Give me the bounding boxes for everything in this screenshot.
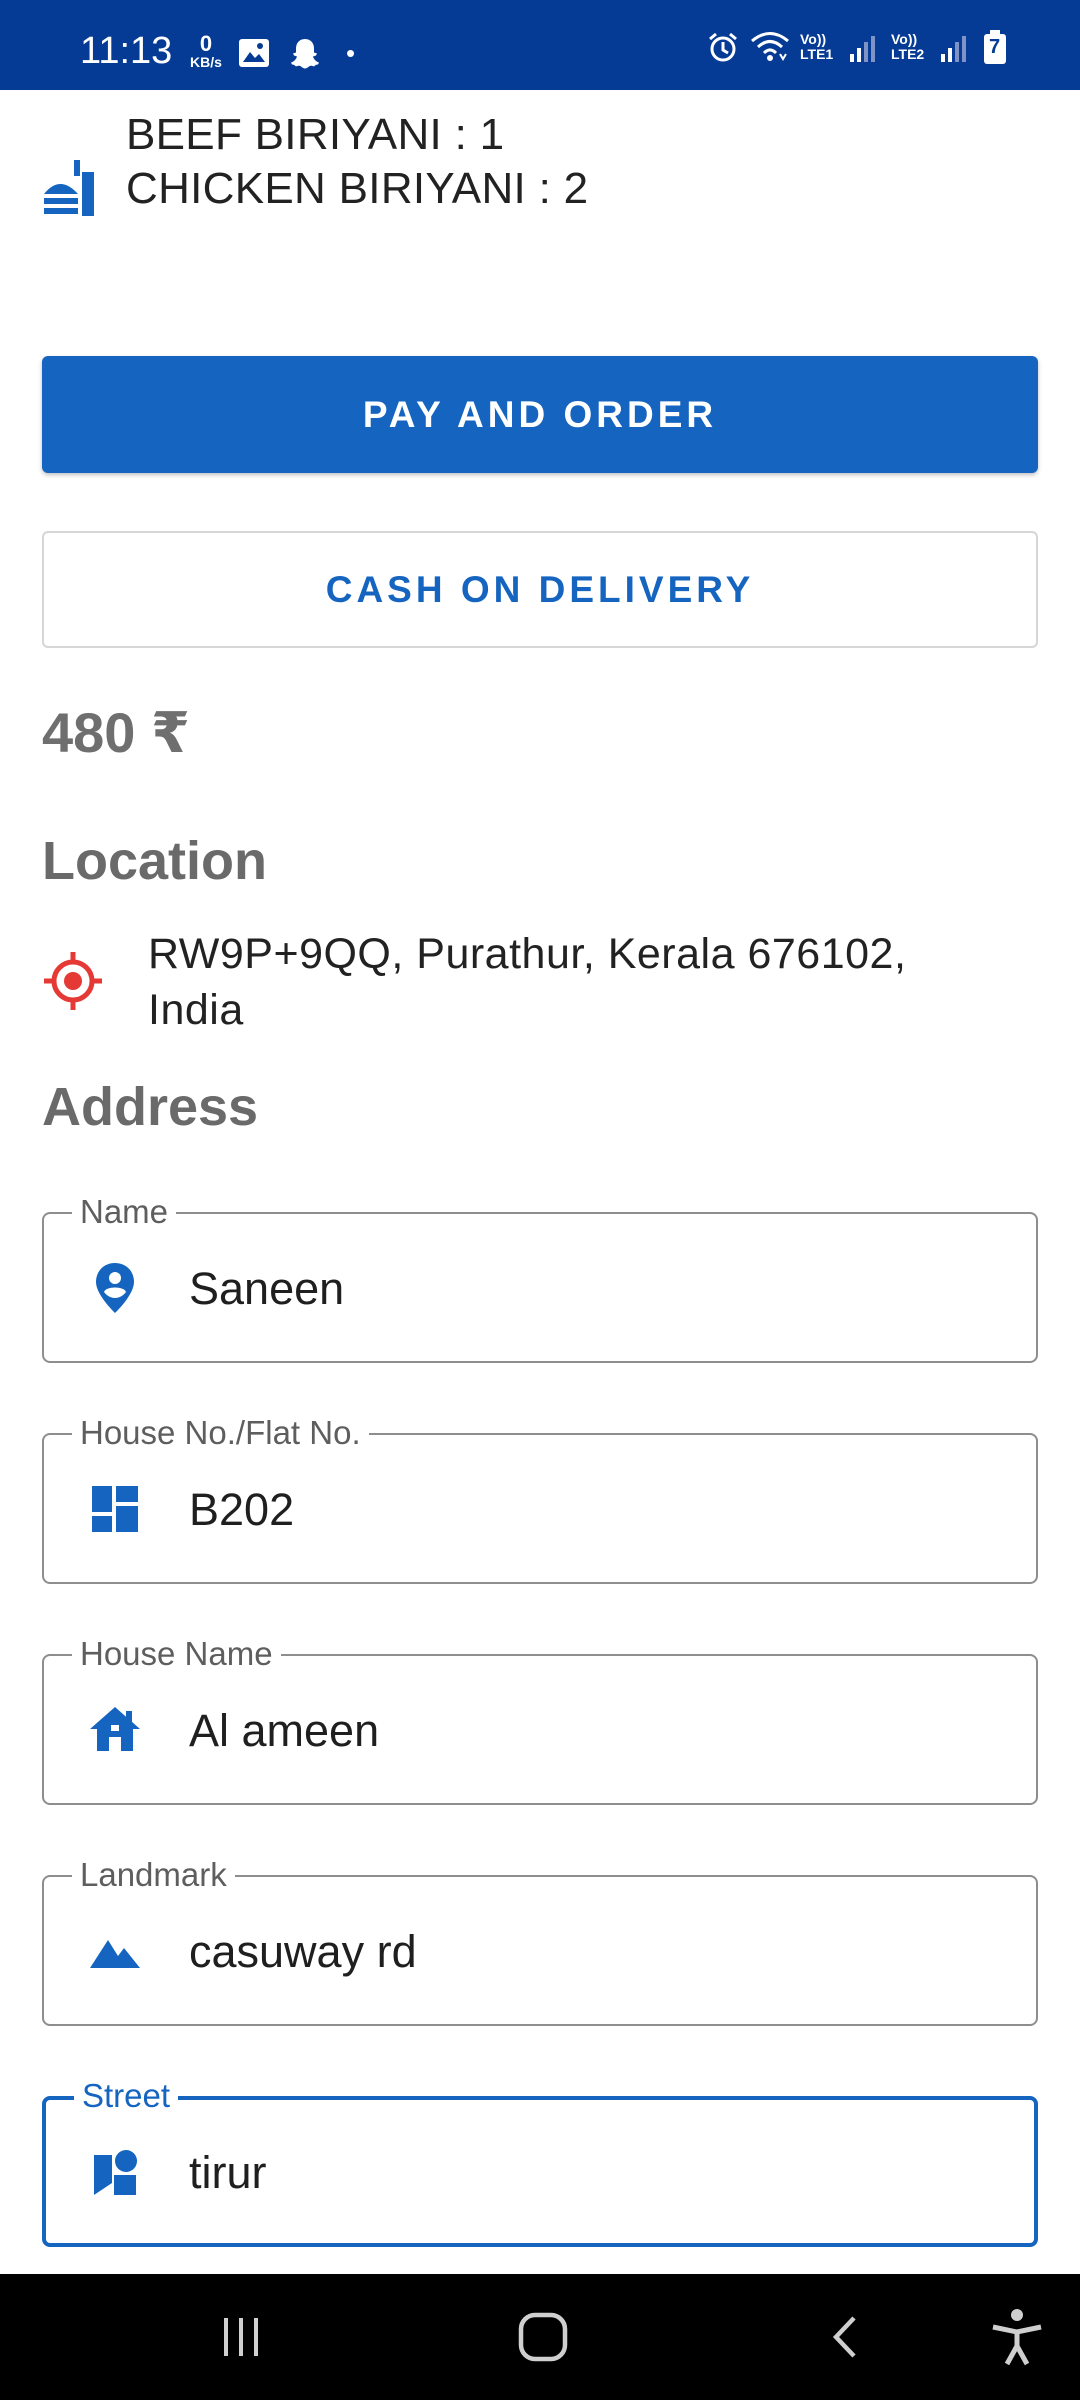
signal-icon [850,32,875,62]
landmark-field[interactable]: Landmark casuway rd [42,1855,1038,2026]
landmark-value[interactable]: casuway rd [189,1925,417,1979]
house-name-field[interactable]: House Name Al ameen [42,1634,1038,1805]
field-label: Street [74,2076,179,2116]
field-label: Name [72,1192,177,1232]
address-title: Address [42,1077,259,1137]
status-right-icons: Vo)) LTE1 Vo)) LTE2 7 [706,30,1006,64]
field-label: Landmark [72,1855,235,1895]
house-number-field[interactable]: House No./Flat No. B202 [42,1413,1038,1584]
cash-on-delivery-button[interactable]: CASH ON DELIVERY [42,531,1038,648]
order-item: CHICKEN BIRIYANI : 2 [126,164,589,213]
name-field[interactable]: Name Saneen [42,1192,1038,1363]
data-speed-value: 0 [199,31,213,56]
field-label: House Name [72,1634,281,1674]
back-icon[interactable] [812,2302,882,2372]
street-shapes-icon [94,2150,137,2195]
field-label: House No./Flat No. [72,1413,369,1453]
house-name-value[interactable]: Al ameen [189,1704,379,1758]
signal-icon [941,32,966,62]
wifi-icon [751,32,789,61]
status-left-icons: • [238,36,355,70]
battery-level: 7 [989,36,1001,58]
status-time: 11:13 [80,30,173,72]
recent-apps-icon[interactable] [206,2302,276,2372]
location-address: RW9P+9QQ, Purathur, Kerala 676102, India [148,930,907,1034]
location-title: Location [42,831,267,891]
notification-dot: • [346,37,356,68]
data-speed: 0 KB/s [188,31,224,71]
alarm-icon [709,32,737,62]
house-icon [90,1707,140,1751]
name-value[interactable]: Saneen [189,1262,344,1316]
street-field[interactable]: Street tirur [42,2076,1038,2247]
house-number-value[interactable]: B202 [189,1483,294,1537]
sim1-label: Vo)) LTE1 [800,31,834,62]
accessibility-icon[interactable] [982,2302,1052,2372]
sim2-label: Vo)) LTE2 [891,31,925,62]
person-pin-icon [96,1263,134,1313]
navigation-bar [0,2274,1080,2400]
battery-icon: 7 [984,30,1006,64]
image-icon [239,39,269,67]
order-item: BEEF BIRIYANI : 1 [126,110,505,159]
pay-and-order-button[interactable]: PAY AND ORDER [42,356,1038,473]
status-bar: 11:13 0 KB/s • Vo)) LTE1 Vo)) LTE2 7 [0,0,1080,90]
snapchat-icon [291,39,319,69]
dashboard-icon [92,1486,138,1532]
gps-target-icon[interactable] [42,950,104,1012]
order-total: 480 ₹ [42,701,190,764]
data-speed-unit: KB/s [190,54,222,70]
landscape-icon [90,1940,140,1968]
food-icon [44,160,94,216]
street-value[interactable]: tirur [189,2146,267,2200]
home-icon[interactable] [508,2302,578,2372]
